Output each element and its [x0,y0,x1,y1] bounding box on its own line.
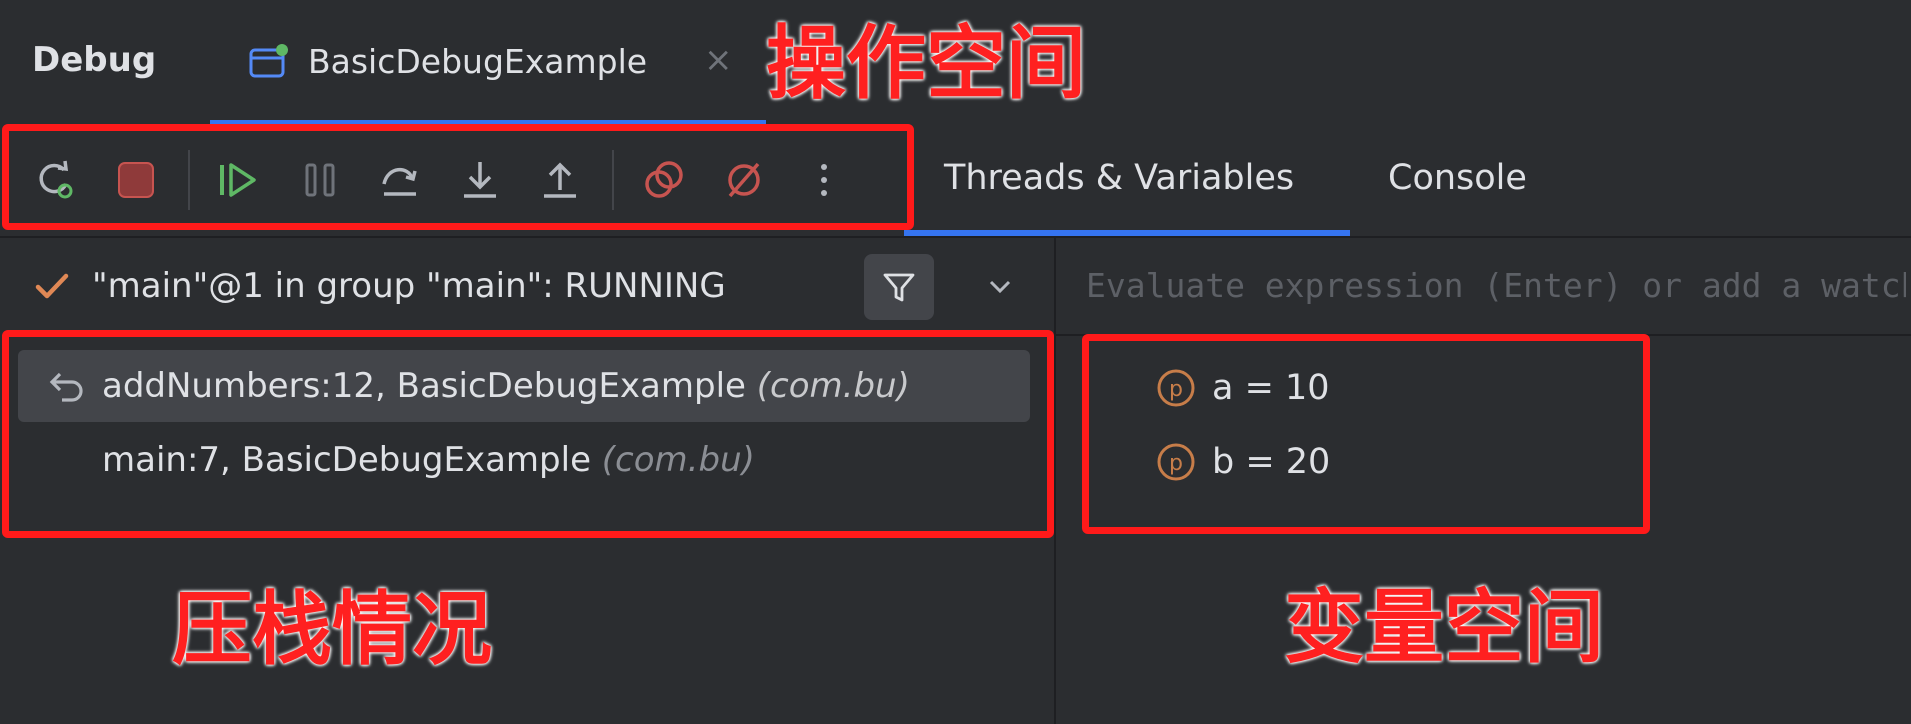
tab-console[interactable]: Console [1388,158,1527,198]
run-config-icon [249,44,288,78]
evaluate-expression-input[interactable] [1086,260,1906,310]
annotation-box-stack [2,330,1054,538]
check-icon [35,273,69,299]
tool-window-title: Debug [32,40,157,80]
thread-label: "main"@1 in group "main": RUNNING [92,266,726,306]
annotation-box-variables [1082,334,1650,534]
chevron-down-icon[interactable] [982,268,1018,304]
thread-selector[interactable]: "main"@1 in group "main": RUNNING [0,238,1054,336]
filter-button[interactable] [864,254,934,320]
annotation-stack-status: 压栈情况 [172,583,492,676]
annotation-box-toolbar [2,124,914,230]
evaluate-bar [1056,238,1911,336]
session-tab[interactable]: BasicDebugExample × [210,0,766,124]
filter-icon [883,273,915,302]
annotation-variable-space: 变量空间 [1284,581,1604,674]
close-icon[interactable]: × [704,40,733,80]
annotation-operation-space: 操作空间 [766,17,1086,110]
session-tab-label: BasicDebugExample [308,42,648,81]
tab-threads-variables[interactable]: Threads & Variables [944,158,1294,198]
active-tab-indicator [904,230,1350,236]
